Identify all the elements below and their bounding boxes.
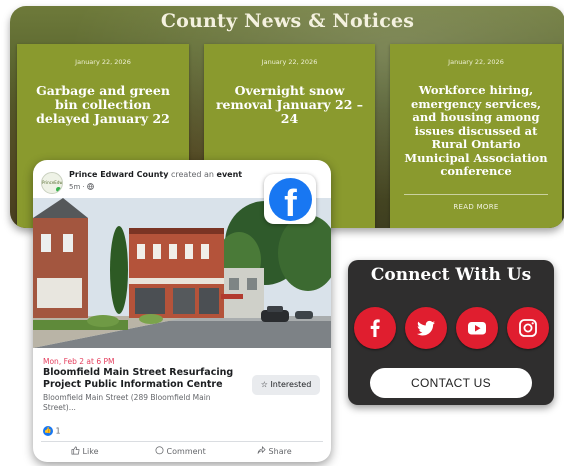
news-headline[interactable]: Workforce hiring, emergency services, an… (400, 83, 552, 179)
thumbs-up-icon (71, 446, 83, 456)
news-date: January 22, 2026 (448, 58, 504, 66)
instagram-icon (519, 319, 537, 337)
post-time: 5m · (69, 183, 87, 191)
star-icon: ☆ (260, 380, 268, 389)
comment-icon (155, 446, 167, 456)
share-button[interactable]: Share (257, 446, 292, 456)
facebook-social-button[interactable] (354, 307, 396, 349)
avatar[interactable]: PrinceEdward (41, 172, 63, 194)
connect-title: Connect With Us (370, 265, 532, 285)
comment-label: Comment (166, 447, 206, 456)
connect-panel: Connect With Us CONTACT US (348, 260, 554, 405)
like-button[interactable]: Like (71, 446, 99, 456)
post-author-line: Prince Edward County created an event (69, 170, 242, 179)
like-reaction-icon: 👍 (43, 426, 53, 436)
news-date: January 22, 2026 (261, 58, 318, 66)
facebook-icon (370, 319, 380, 337)
facebook-event-post[interactable]: PrinceEdward Prince Edward County create… (33, 160, 331, 462)
interested-label: Interested (270, 380, 312, 389)
comment-button[interactable]: Comment (155, 446, 206, 456)
facebook-logo: f (264, 174, 316, 224)
share-label: Share (268, 447, 292, 456)
post-actions: Like Comment Share (33, 446, 331, 460)
facebook-icon: f (269, 178, 312, 221)
instagram-social-button[interactable] (507, 307, 549, 349)
read-more-link[interactable]: READ MORE (390, 203, 562, 211)
news-date: January 22, 2026 (75, 58, 131, 66)
card-divider (404, 194, 548, 195)
youtube-social-button[interactable] (456, 307, 498, 349)
reaction-count: 1 (55, 426, 61, 436)
youtube-icon (468, 322, 486, 335)
post-action-object[interactable]: event (217, 170, 243, 179)
event-datetime: Mon, Feb 2 at 6 PM (43, 357, 115, 366)
event-title[interactable]: Bloomfield Main Street Resurfacing Proje… (43, 367, 243, 391)
globe-icon (87, 183, 94, 191)
event-location[interactable]: Bloomfield Main Street (289 Bloomfield M… (43, 393, 233, 413)
news-card[interactable]: January 22, 2026 Workforce hiring, emerg… (390, 44, 562, 228)
share-icon (257, 446, 269, 456)
post-action-text: created an (168, 170, 217, 179)
news-headline[interactable]: Garbage and green bin collection delayed… (27, 84, 179, 126)
reaction-summary[interactable]: 👍 1 (43, 426, 61, 436)
twitter-icon (417, 320, 435, 336)
contact-us-button[interactable]: CONTACT US (370, 368, 532, 398)
twitter-social-button[interactable] (405, 307, 447, 349)
like-label: Like (82, 447, 99, 456)
interested-button[interactable]: ☆ Interested (252, 375, 320, 395)
post-header: PrinceEdward Prince Edward County create… (41, 168, 271, 196)
poster-name[interactable]: Prince Edward County (69, 170, 168, 179)
actions-divider (41, 441, 323, 442)
news-headline[interactable]: Overnight snow removal January 22 – 24 (214, 84, 365, 126)
post-meta: 5m · (69, 183, 94, 191)
news-section-title: County News & Notices (160, 10, 415, 32)
